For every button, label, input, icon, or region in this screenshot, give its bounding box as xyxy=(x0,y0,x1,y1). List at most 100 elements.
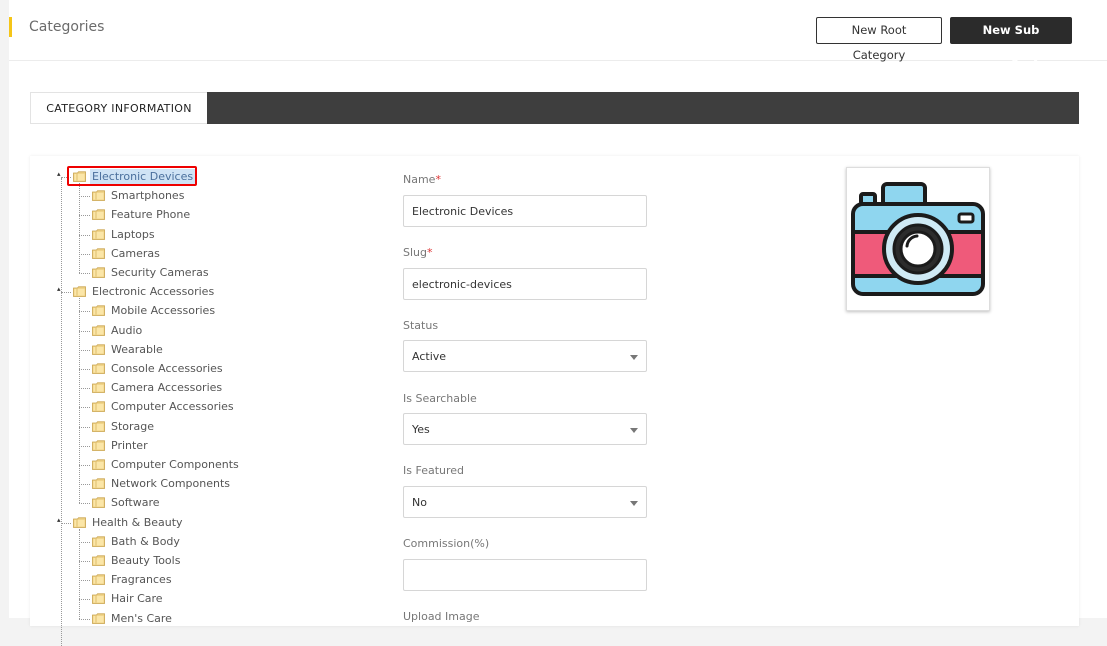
commission-input[interactable] xyxy=(403,559,647,591)
tree-node-beauty-tools[interactable]: Beauty Tools xyxy=(92,552,182,569)
page-header: Categories New Root Category New Sub Cat… xyxy=(9,0,1107,62)
tree-node-bath-body[interactable]: Bath & Body xyxy=(92,533,182,550)
tree-node-wearable[interactable]: Wearable xyxy=(92,341,165,358)
folder-icon xyxy=(92,593,105,605)
featured-value: No xyxy=(412,495,427,509)
status-label: Status xyxy=(403,319,439,332)
tree-connector xyxy=(79,484,90,486)
searchable-select[interactable]: Yes xyxy=(403,413,647,445)
folder-icon xyxy=(92,248,105,259)
tree-connector xyxy=(79,349,90,351)
tree-connector xyxy=(79,561,90,562)
folder-icon xyxy=(92,267,105,278)
category-tree: ▴ Electronic Devices Smartphones Feature Ph… xyxy=(30,156,370,646)
tree-connector xyxy=(79,330,90,332)
tree-connector xyxy=(79,183,80,273)
tree-connector xyxy=(79,407,90,409)
tree-node-label: Beauty Tools xyxy=(111,554,181,567)
commission-label: Commission(%) xyxy=(403,537,490,550)
tree-connector xyxy=(79,426,90,428)
tree-node-electronic-accessories[interactable]: Electronic Accessories xyxy=(73,283,216,300)
tree-node-label: Cameras xyxy=(111,246,160,260)
tree-node-computer-components[interactable]: Computer Components xyxy=(92,456,241,473)
tree-node-cameras[interactable]: Cameras xyxy=(92,245,162,262)
upload-image-label: Upload Image xyxy=(403,610,480,623)
tab-category-information[interactable]: CATEGORY INFORMATION xyxy=(30,92,207,124)
accent-bar xyxy=(9,17,12,37)
tree-connector xyxy=(61,292,71,294)
tree-node-label: Computer Accessories xyxy=(111,400,234,414)
tree-node-console-accessories[interactable]: Console Accessories xyxy=(92,360,225,377)
searchable-label: Is Searchable xyxy=(403,392,477,405)
tree-node-feature-phone[interactable]: Feature Phone xyxy=(92,206,192,223)
folder-icon xyxy=(92,612,105,624)
tree-connector xyxy=(79,503,90,505)
tree-node-label: Audio xyxy=(111,323,143,337)
tree-node-label: Bath & Body xyxy=(111,534,180,548)
tree-node-security-cameras[interactable]: Security Cameras xyxy=(92,264,211,281)
tree-node-smartphones[interactable]: Smartphones xyxy=(92,187,186,204)
searchable-value: Yes xyxy=(412,422,430,436)
tree-node-label: Laptops xyxy=(111,227,155,241)
tree-node-hair-care[interactable]: Hair Care xyxy=(92,590,165,607)
tree-node-label: Fragrances xyxy=(111,573,172,587)
tree-connector xyxy=(79,528,80,619)
tree-node-electronic-devices[interactable]: Electronic Devices xyxy=(73,168,196,185)
featured-label: Is Featured xyxy=(403,464,465,477)
folder-icon xyxy=(92,440,105,451)
tree-connector xyxy=(79,311,90,313)
tree-node-label: Electronic Accessories xyxy=(92,285,215,299)
status-value: Active xyxy=(412,349,447,363)
tree-connector xyxy=(79,465,90,466)
folder-icon xyxy=(73,286,86,298)
new-root-category-button[interactable]: New Root Category xyxy=(816,17,942,62)
tree-node-label: Health & Beauty xyxy=(92,515,183,529)
slug-input[interactable] xyxy=(403,268,647,300)
tree-connector xyxy=(79,541,90,543)
tree-node-label: Network Components xyxy=(111,477,231,491)
page-title: Categories xyxy=(29,19,105,35)
tree-node-label: Wearable xyxy=(111,342,163,356)
tree-node-laptops[interactable]: Laptops xyxy=(92,226,157,243)
tree-connector xyxy=(79,369,90,370)
folder-icon xyxy=(73,171,86,182)
tree-connector xyxy=(61,522,71,524)
folder-icon xyxy=(73,516,86,528)
folder-icon xyxy=(92,305,105,317)
camera-icon xyxy=(851,182,985,296)
tree-node-label: Feature Phone xyxy=(111,208,191,222)
tree-node-audio[interactable]: Audio xyxy=(92,322,144,339)
tree-connector xyxy=(79,580,90,582)
folder-icon xyxy=(92,324,105,336)
status-select[interactable]: Active xyxy=(403,340,647,372)
tree-node-computer-accessories[interactable]: Computer Accessories xyxy=(92,398,236,415)
folder-icon xyxy=(92,555,105,566)
featured-select[interactable]: No xyxy=(403,486,647,518)
chevron-down-icon xyxy=(630,428,638,433)
tree-node-storage[interactable]: Storage xyxy=(92,418,156,435)
chevron-down-icon xyxy=(630,501,638,506)
tree-node-camera-accessories[interactable]: Camera Accessories xyxy=(92,379,224,396)
folder-icon xyxy=(92,459,105,470)
tree-node-men-s-care[interactable]: Men's Care xyxy=(92,610,174,627)
tree-node-network-components[interactable]: Network Components xyxy=(92,475,232,492)
folder-icon xyxy=(92,209,105,221)
tree-connector xyxy=(79,253,90,255)
tab-bar: CATEGORY INFORMATION xyxy=(30,92,1079,124)
tree-node-fragrances[interactable]: Fragrances xyxy=(92,571,174,588)
tree-node-label: Printer xyxy=(111,438,148,452)
tree-node-printer[interactable]: Printer xyxy=(92,437,150,454)
new-sub-category-button[interactable]: New Sub Category xyxy=(950,17,1072,62)
folder-icon xyxy=(92,420,105,432)
folder-icon xyxy=(92,344,105,355)
tree-node-label: Software xyxy=(111,496,160,510)
tree-connector xyxy=(79,445,90,447)
tree-connector xyxy=(79,388,90,390)
tree-node-mobile-accessories[interactable]: Mobile Accessories xyxy=(92,302,217,319)
tree-connector xyxy=(79,234,90,236)
name-input[interactable] xyxy=(403,195,647,227)
tree-node-software[interactable]: Software xyxy=(92,494,162,511)
tree-node-label: Console Accessories xyxy=(111,362,223,375)
tree-node-health-beauty[interactable]: Health & Beauty xyxy=(73,514,185,531)
category-image-preview xyxy=(846,167,990,311)
